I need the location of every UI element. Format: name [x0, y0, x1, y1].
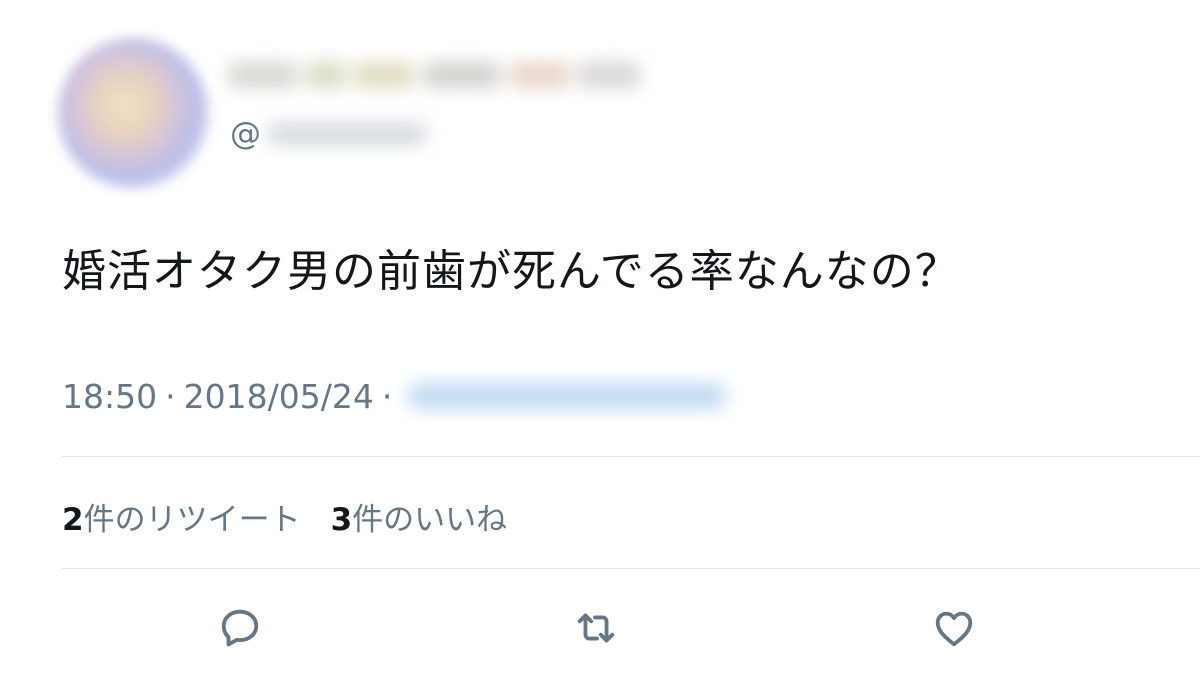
retweet-button[interactable]: [570, 602, 622, 654]
display-name-redacted[interactable]: [228, 52, 648, 100]
reply-button[interactable]: [214, 602, 266, 654]
retweet-count-link[interactable]: 2 件のリツイート: [62, 494, 301, 539]
meta-separator-2: ·: [381, 376, 393, 416]
retweet-icon: [577, 613, 615, 643]
retweet-count: 2: [62, 501, 84, 538]
like-button[interactable]: [928, 602, 980, 654]
at-sign: @: [230, 115, 261, 152]
tweet-actions: [0, 602, 1200, 654]
tweet-source-redacted[interactable]: [408, 383, 727, 409]
avatar[interactable]: [58, 38, 208, 188]
tweet-text: 婚活オタク男の前歯が死んでる率なんなの？: [62, 246, 960, 297]
like-count-link[interactable]: 3 件のいいね: [331, 494, 508, 539]
like-count-label: 件のいいね: [352, 501, 508, 538]
reply-icon: [221, 609, 259, 647]
divider: [62, 568, 1200, 569]
engagement-stats: 2 件のリツイート 3 件のいいね: [62, 488, 507, 544]
divider: [62, 456, 1200, 457]
tweet-meta: 18:50 · 2018/05/24 ·: [62, 370, 727, 422]
meta-separator: ·: [165, 376, 176, 416]
heart-icon: [935, 611, 973, 647]
like-count: 3: [330, 501, 353, 538]
tweet-time[interactable]: 18:50: [62, 377, 157, 416]
username-row[interactable]: @: [230, 112, 427, 156]
retweet-count-label: 件のリツイート: [83, 501, 301, 538]
tweet-date[interactable]: 2018/05/24: [184, 377, 374, 416]
username-redacted: [267, 123, 427, 145]
